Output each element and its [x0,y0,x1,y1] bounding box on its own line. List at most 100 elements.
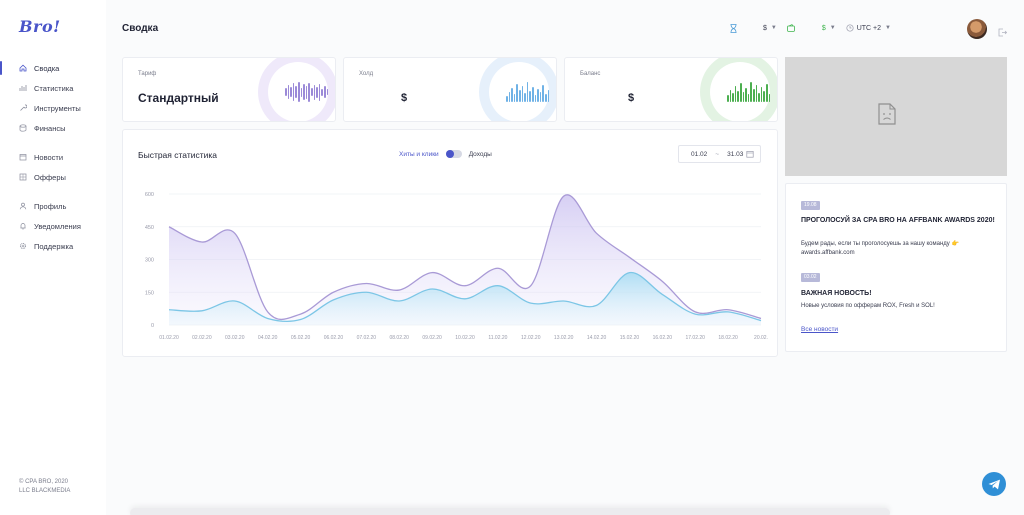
tariff-card: Тариф Стандартный [122,57,336,122]
mini-bar [287,85,290,99]
mini-bar [290,87,292,97]
home-icon [19,64,27,72]
x-tick-label: 08.02.20 [389,335,409,341]
sidebar-item-label: Статистика [34,83,74,93]
mini-bar [760,87,763,102]
banner-placeholder[interactable] [785,57,1007,176]
x-tick-label: 18.02.20 [718,335,738,341]
logo[interactable]: Bro! [19,17,61,36]
sidebar-item-summary[interactable]: Сводка [0,58,106,78]
news-body: Новые условия по офферам ROX, Fresh и SO… [801,303,935,309]
stats-chart[interactable]: 600 450 300 150 0 01.02.20 02.02.20 03.02.20 04… [123,130,779,358]
mini-bar [732,93,734,102]
sidebar-nav: Сводка Статистика Инструменты Финансы Но… [0,58,106,256]
x-axis-ticks: 01.02.20 02.02.20 03.02.20 04.02.20 05.02.20… [159,335,768,341]
bottom-panel-edge [130,508,890,515]
mini-bar [768,94,771,102]
mini-bar [313,84,316,100]
timezone-value: UTC +2 [856,24,882,32]
mini-bar [292,83,295,101]
sidebar-item-label: Поддержка [34,241,74,251]
sidebar-item-support[interactable]: Поддержка [0,236,106,256]
sidebar-item-news[interactable]: Новости [0,147,106,167]
news-title[interactable]: ПРОГОЛОСУЙ ЗА CPA BRO НА AFFBANK AWARDS … [801,216,996,226]
mini-bar [763,91,765,102]
y-tick-label: 600 [145,192,154,198]
news-body: Будем рады, если ты проголосуешь за нашу… [801,241,959,256]
sidebar-item-tools[interactable]: Инструменты [0,98,106,118]
currency-selector-1[interactable]: $ ▼ [763,25,777,32]
calendar-icon [19,153,27,161]
mini-bar [511,88,513,102]
mini-bar [758,93,760,102]
mini-bar [742,92,745,102]
avatar[interactable] [967,19,987,39]
telegram-icon [988,479,1000,489]
telegram-button[interactable] [982,472,1006,496]
x-tick-label: 05.02.20 [291,335,311,341]
database-icon [19,124,27,132]
sidebar-item-label: Финансы [34,123,66,133]
mini-bar [518,90,521,102]
all-news-link[interactable]: Все новости [801,326,838,333]
x-tick-label: 06.02.20 [324,335,344,341]
card-label: Холд [359,71,374,77]
sidebar-item-notifications[interactable]: Уведомления [0,216,106,236]
broken-image-icon [878,103,896,125]
mini-bar [508,92,511,102]
mini-bar [300,87,303,97]
mini-bar [303,84,305,100]
bell-icon [19,222,27,230]
mini-bar [506,96,508,102]
mini-bar [729,90,732,102]
chart-series [168,194,762,325]
mini-bar [326,89,329,95]
sidebar-item-label: Новости [34,152,64,162]
currency-selector-2[interactable]: $ ▼ [822,25,836,32]
mini-bar [521,86,524,102]
bar-chart-icon [19,84,27,92]
hourglass-icon[interactable] [730,23,737,33]
user-icon [19,202,27,210]
mini-bar [323,86,326,98]
currency-value: $ [821,24,826,32]
timezone-selector[interactable]: UTC +2 ▼ [846,24,891,32]
x-tick-label: 01.02.20 [159,335,179,341]
sidebar-footer: © CPA BRO, 2020 LLC BLACKMEDIA [19,478,70,496]
mini-bar [747,94,750,102]
news-date-badge: 19.08 [801,201,820,210]
sidebar-item-statistics[interactable]: Статистика [0,78,106,98]
x-tick-label: 16.02.20 [653,335,673,341]
sidebar-item-label: Профиль [34,201,67,211]
x-tick-label: 07.02.20 [357,335,377,341]
mini-bar [513,94,516,102]
mini-bar [542,85,544,102]
sidebar-item-profile[interactable]: Профиль [0,196,106,216]
mini-bar [321,88,323,96]
wallet-icon[interactable] [787,24,795,32]
sidebar-item-label: Сводка [34,63,60,73]
page-title: Сводка [122,23,159,34]
mini-bar [750,82,752,102]
x-tick-label: 09.02.20 [422,335,442,341]
mini-bar [531,87,534,102]
sidebar-item-offers[interactable]: Офферы [0,167,106,187]
sidebar-item-finance[interactable]: Финансы [0,118,106,138]
hold-card: Холд $ [343,57,557,122]
card-label: Тариф [138,71,157,77]
mini-bar [295,86,297,98]
x-tick-label: 13.02.20 [554,335,574,341]
news-title[interactable]: ВАЖНАЯ НОВОСТЬ! [801,289,996,299]
logout-icon[interactable] [998,24,1008,37]
mini-bar [305,85,308,99]
mini-bar [297,82,300,102]
mini-bar [285,88,287,96]
sidebar-item-label: Офферы [34,172,66,182]
quick-stats-card: Быстрая статистика Хиты и клики Доходы 0… [122,129,778,357]
x-tick-label: 17.02.20 [685,335,705,341]
mini-bar [734,86,737,102]
mini-bar [765,84,768,102]
tariff-value: Стандартный [138,91,219,105]
y-tick-label: 450 [145,225,154,231]
mini-bar [739,83,742,102]
